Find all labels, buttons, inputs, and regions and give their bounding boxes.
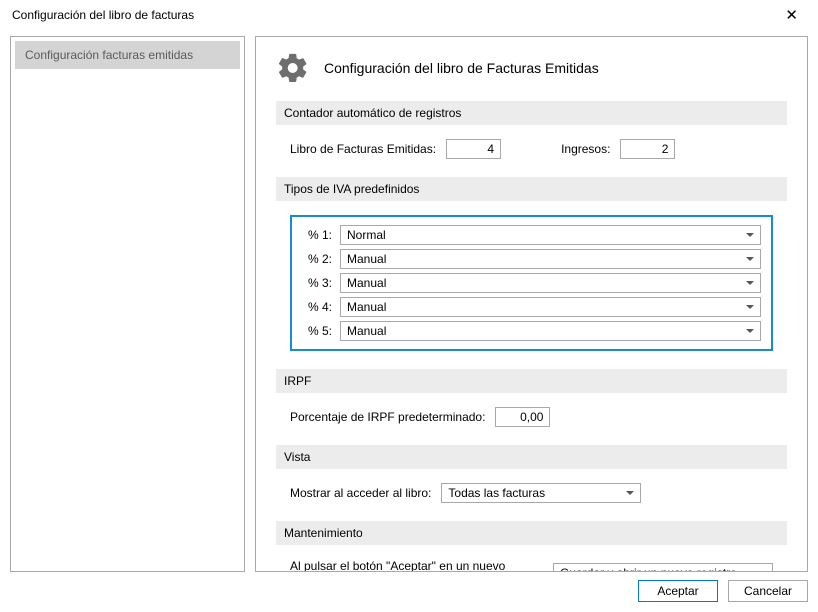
section-header-irpf: IRPF (276, 369, 787, 393)
content-panel: Configuración del libro de Facturas Emit… (255, 36, 808, 572)
mantenimiento-label: Al pulsar el botón "Aceptar" en un nuevo… (290, 559, 543, 572)
content-title: Configuración del libro de Facturas Emit… (324, 60, 599, 76)
iva-label-5: % 5: (302, 324, 332, 338)
libro-label: Libro de Facturas Emitidas: (290, 142, 436, 156)
section-header-contador: Contador automático de registros (276, 101, 787, 125)
section-body-mantenimiento: Al pulsar el botón "Aceptar" en un nuevo… (276, 559, 787, 572)
vista-combo[interactable]: Todas las facturas (441, 483, 641, 503)
cancel-button[interactable]: Cancelar (728, 580, 808, 602)
close-icon[interactable]: ✕ (777, 4, 806, 26)
ingresos-label: Ingresos: (561, 142, 610, 156)
section-header-vista: Vista (276, 445, 787, 469)
vista-label: Mostrar al acceder al libro: (290, 486, 431, 500)
section-header-mantenimiento: Mantenimiento (276, 521, 787, 545)
gear-icon (276, 51, 310, 85)
main-area: Configuración facturas emitidas Configur… (0, 30, 818, 572)
section-body-irpf: Porcentaje de IRPF predeterminado: (276, 407, 787, 445)
iva-combo-2[interactable]: Manual (340, 249, 761, 269)
iva-label-2: % 2: (302, 252, 332, 266)
iva-box: % 1: Normal % 2: Manual % 3: Manual % 4:… (290, 215, 773, 351)
ingresos-value-input[interactable] (620, 139, 675, 159)
sidebar: Configuración facturas emitidas (10, 36, 245, 572)
iva-combo-1[interactable]: Normal (340, 225, 761, 245)
irpf-label: Porcentaje de IRPF predeterminado: (290, 410, 485, 424)
iva-combo-5[interactable]: Manual (340, 321, 761, 341)
section-body-iva: % 1: Normal % 2: Manual % 3: Manual % 4:… (276, 215, 787, 369)
sidebar-item-label: Configuración facturas emitidas (25, 48, 193, 62)
title-bar: Configuración del libro de facturas ✕ (0, 0, 818, 30)
iva-combo-3[interactable]: Manual (340, 273, 761, 293)
iva-label-3: % 3: (302, 276, 332, 290)
libro-value-input[interactable] (446, 139, 501, 159)
sidebar-item-facturas-emitidas[interactable]: Configuración facturas emitidas (15, 41, 240, 69)
content-header: Configuración del libro de Facturas Emit… (276, 51, 787, 85)
window-title: Configuración del libro de facturas (12, 8, 194, 22)
mantenimiento-combo[interactable]: Guardar y abrir un nuevo registro (553, 563, 773, 572)
iva-label-4: % 4: (302, 300, 332, 314)
section-body-vista: Mostrar al acceder al libro: Todas las f… (276, 483, 787, 521)
iva-label-1: % 1: (302, 228, 332, 242)
iva-combo-4[interactable]: Manual (340, 297, 761, 317)
section-body-contador: Libro de Facturas Emitidas: Ingresos: (276, 139, 787, 177)
accept-button[interactable]: Aceptar (638, 580, 718, 602)
irpf-value-input[interactable] (495, 407, 550, 427)
section-header-iva: Tipos de IVA predefinidos (276, 177, 787, 201)
button-bar: Aceptar Cancelar (0, 572, 818, 610)
